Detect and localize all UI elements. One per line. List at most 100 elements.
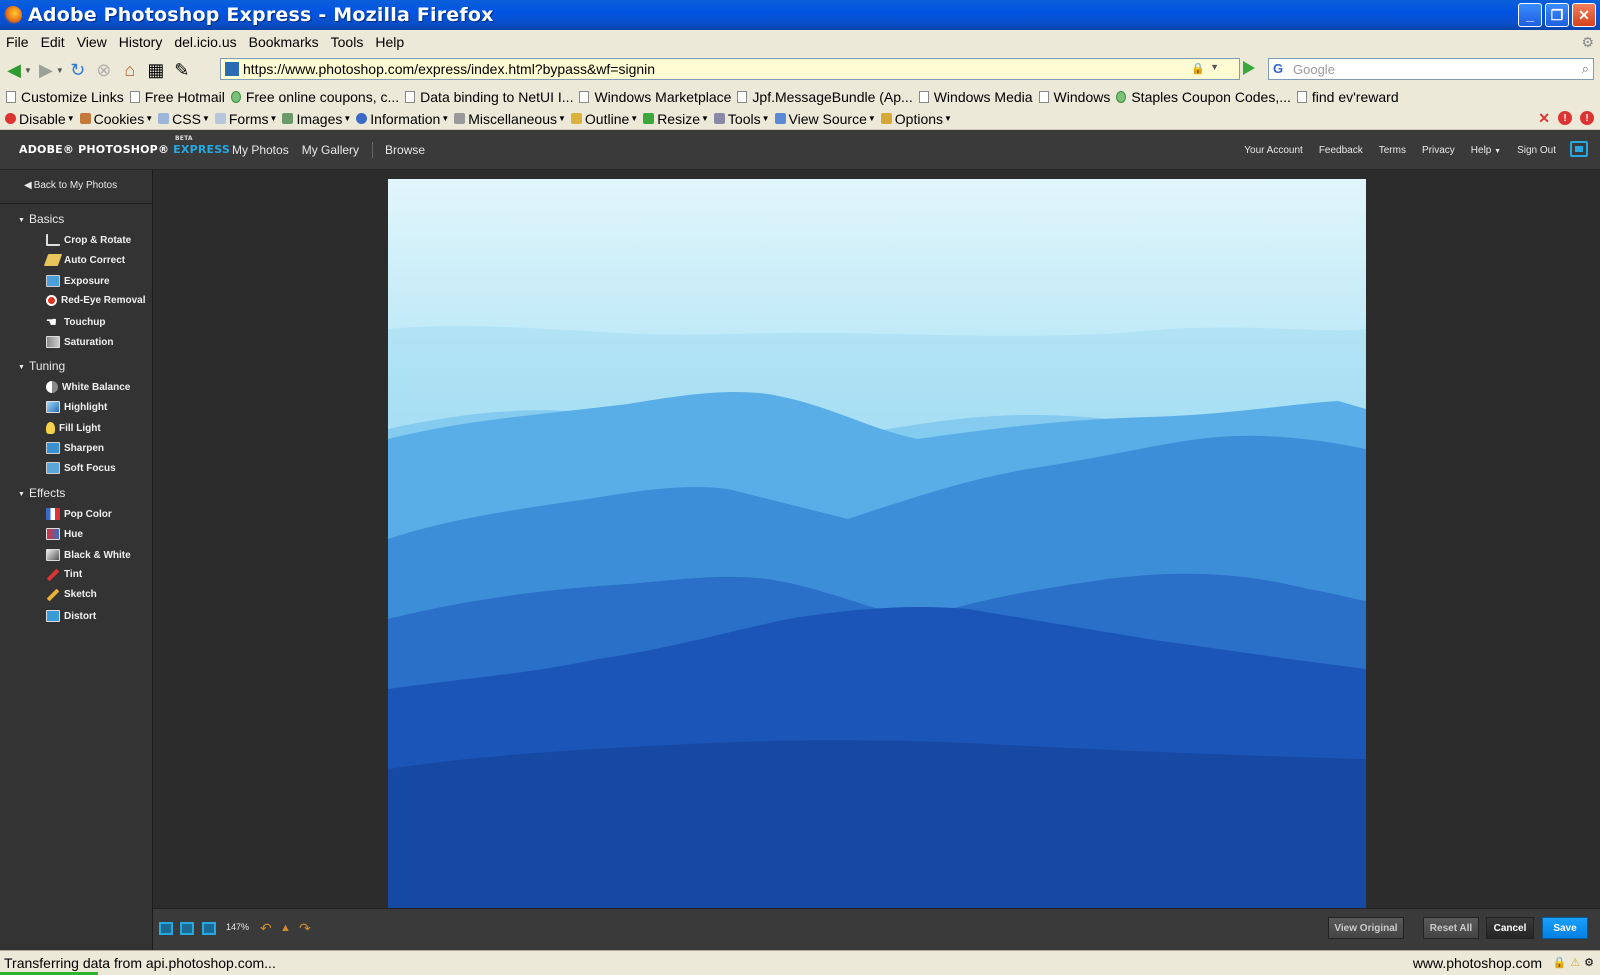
toolbar-extension-icon[interactable]: ▦ (144, 58, 168, 82)
tool-touchup[interactable]: ☚ Touchup (46, 316, 105, 328)
dev-forms-menu[interactable]: Forms ▼ (214, 111, 277, 127)
menu-file[interactable]: File (0, 34, 35, 50)
home-icon[interactable]: ⌂ (118, 58, 142, 82)
nav-my-photos[interactable]: My Photos (232, 143, 289, 158)
group-effects[interactable]: ▼ Effects (18, 486, 65, 500)
tool-red-eye-removal[interactable]: Red-Eye Removal (46, 295, 145, 306)
lock-icon[interactable]: 🔒 (1191, 62, 1205, 75)
tool-distort[interactable]: Distort (46, 610, 96, 622)
view-original-button[interactable]: View Original (1328, 917, 1404, 939)
fullscreen-icon[interactable] (1570, 141, 1588, 157)
dev-tools-menu[interactable]: Tools ▼ (713, 111, 770, 127)
dev-options-menu[interactable]: Options ▼ (880, 111, 952, 127)
menu-tools[interactable]: Tools (325, 34, 370, 50)
go-icon[interactable] (1243, 61, 1255, 75)
menu-delicious[interactable]: del.icio.us (168, 34, 242, 50)
tool-pop-color[interactable]: Pop Color (46, 508, 112, 520)
nav-sign-out[interactable]: Sign Out (1517, 145, 1556, 156)
reload-icon[interactable]: ↻ (66, 58, 90, 82)
grid-view-icon[interactable] (180, 922, 194, 935)
maximize-button[interactable]: ❐ (1545, 3, 1569, 27)
dev-css-menu[interactable]: CSS ▼ (158, 111, 210, 127)
bookmark-find-evreward[interactable]: find ev'reward (1296, 89, 1399, 105)
menu-help[interactable]: Help (369, 34, 410, 50)
brand-logo[interactable]: ADOBE® PHOTOSHOP® EXPRESS BETA (19, 135, 230, 156)
menu-view[interactable]: View (71, 34, 113, 50)
tool-auto-correct[interactable]: Auto Correct (43, 254, 125, 266)
tool-sketch[interactable]: Sketch (46, 588, 97, 601)
bookmark-jpf-messagebundle[interactable]: Jpf.MessageBundle (Ap... (737, 89, 913, 105)
dev-disable-menu[interactable]: Disable ▼ (5, 111, 75, 127)
url-bar[interactable]: https://www.photoshop.com/express/index.… (220, 58, 1240, 80)
tool-fill-light[interactable]: Fill Light (46, 422, 101, 434)
tag-icon[interactable]: ✎ (170, 58, 194, 82)
warning-icon[interactable]: ⚠ (1570, 956, 1580, 969)
google-icon[interactable]: G (1273, 61, 1289, 77)
tool-exposure[interactable]: Exposure (46, 275, 110, 287)
menu-edit[interactable]: Edit (35, 34, 71, 50)
bookmark-free-hotmail[interactable]: Free Hotmail (129, 89, 225, 105)
nav-help[interactable]: Help ▼ (1471, 145, 1501, 156)
nav-feedback[interactable]: Feedback (1319, 145, 1363, 156)
bookmark-windows[interactable]: Windows (1038, 89, 1110, 105)
close-toolbar-icon[interactable]: ✕ (1538, 110, 1550, 126)
back-to-my-photos-link[interactable]: ◀ Back to My Photos (24, 180, 117, 191)
tool-saturation[interactable]: Saturation (46, 336, 113, 348)
forward-dropdown-icon[interactable]: ▼ (56, 66, 64, 75)
lightbulb-icon (46, 422, 55, 434)
dev-information-menu[interactable]: Information ▼ (356, 111, 449, 127)
nav-terms[interactable]: Terms (1379, 145, 1406, 156)
tool-soft-focus[interactable]: Soft Focus (46, 462, 116, 474)
nav-my-gallery[interactable]: My Gallery (302, 143, 359, 158)
nav-browse[interactable]: Browse (385, 143, 425, 158)
tool-hue[interactable]: Hue (46, 528, 83, 540)
menu-history[interactable]: History (113, 34, 169, 50)
error-icon[interactable]: ! (1558, 111, 1572, 125)
dev-outline-menu[interactable]: Outline ▼ (570, 111, 638, 127)
tool-crop-rotate[interactable]: Crop & Rotate (46, 234, 131, 246)
lock-icon[interactable]: 🔒 (1553, 956, 1567, 969)
bookmark-windows-media[interactable]: Windows Media (918, 89, 1033, 105)
fit-view-icon[interactable] (202, 922, 216, 935)
tool-white-balance[interactable]: White Balance (46, 381, 130, 393)
dev-images-menu[interactable]: Images ▼ (282, 111, 351, 127)
group-tuning[interactable]: ▼ Tuning (18, 359, 65, 373)
undo-icon[interactable]: ↶ (260, 920, 272, 937)
group-basics[interactable]: ▼ Basics (18, 212, 64, 226)
tool-tint[interactable]: Tint (46, 568, 82, 581)
dev-resize-menu[interactable]: Resize ▼ (643, 111, 709, 127)
cancel-button[interactable]: Cancel (1486, 917, 1534, 939)
back-icon[interactable]: ◀ (2, 58, 26, 82)
forward-icon[interactable]: ▶ (34, 58, 58, 82)
menu-bookmarks[interactable]: Bookmarks (243, 34, 325, 50)
tool-black-white[interactable]: Black & White (46, 549, 131, 561)
bookmark-staples-coupon-codes[interactable]: Staples Coupon Codes,... (1116, 89, 1291, 105)
dev-view-source-menu[interactable]: View Source ▼ (774, 111, 876, 127)
nav-privacy[interactable]: Privacy (1422, 145, 1455, 156)
search-icon[interactable]: ⌕ (1582, 61, 1589, 77)
redo-icon[interactable]: ↷ (299, 920, 311, 937)
close-window-button[interactable]: ✕ (1572, 3, 1596, 27)
url-dropdown-icon[interactable]: ▼ (1210, 62, 1219, 72)
bookmark-free-online-coupons[interactable]: Free online coupons, c... (230, 89, 399, 105)
gear-icon[interactable]: ⚙ (1581, 34, 1594, 51)
addon-icon[interactable]: ⚙ (1584, 956, 1594, 969)
bookmark-windows-marketplace[interactable]: Windows Marketplace (579, 89, 731, 105)
photo-canvas[interactable] (388, 179, 1366, 909)
stop-icon[interactable]: ⊗ (92, 58, 116, 82)
bookmark-customize-links[interactable]: Customize Links (6, 89, 124, 105)
nav-your-account[interactable]: Your Account (1244, 145, 1303, 156)
search-input[interactable]: G Google ⌕ (1268, 58, 1594, 80)
reset-all-button[interactable]: Reset All (1423, 917, 1479, 939)
bookmark-data-binding[interactable]: Data binding to NetUI I... (405, 89, 573, 105)
back-dropdown-icon[interactable]: ▼ (24, 66, 32, 75)
single-view-icon[interactable] (159, 922, 173, 935)
dev-miscellaneous-menu[interactable]: Miscellaneous ▼ (454, 111, 566, 127)
minimize-button[interactable]: _ (1518, 3, 1542, 27)
save-button[interactable]: Save (1542, 917, 1588, 939)
dev-cookies-menu[interactable]: Cookies ▼ (79, 111, 153, 127)
tool-highlight[interactable]: Highlight (46, 401, 107, 413)
tool-sharpen[interactable]: Sharpen (46, 442, 104, 454)
history-icon[interactable]: ▲ (280, 922, 291, 934)
warning-icon[interactable]: ! (1580, 111, 1594, 125)
